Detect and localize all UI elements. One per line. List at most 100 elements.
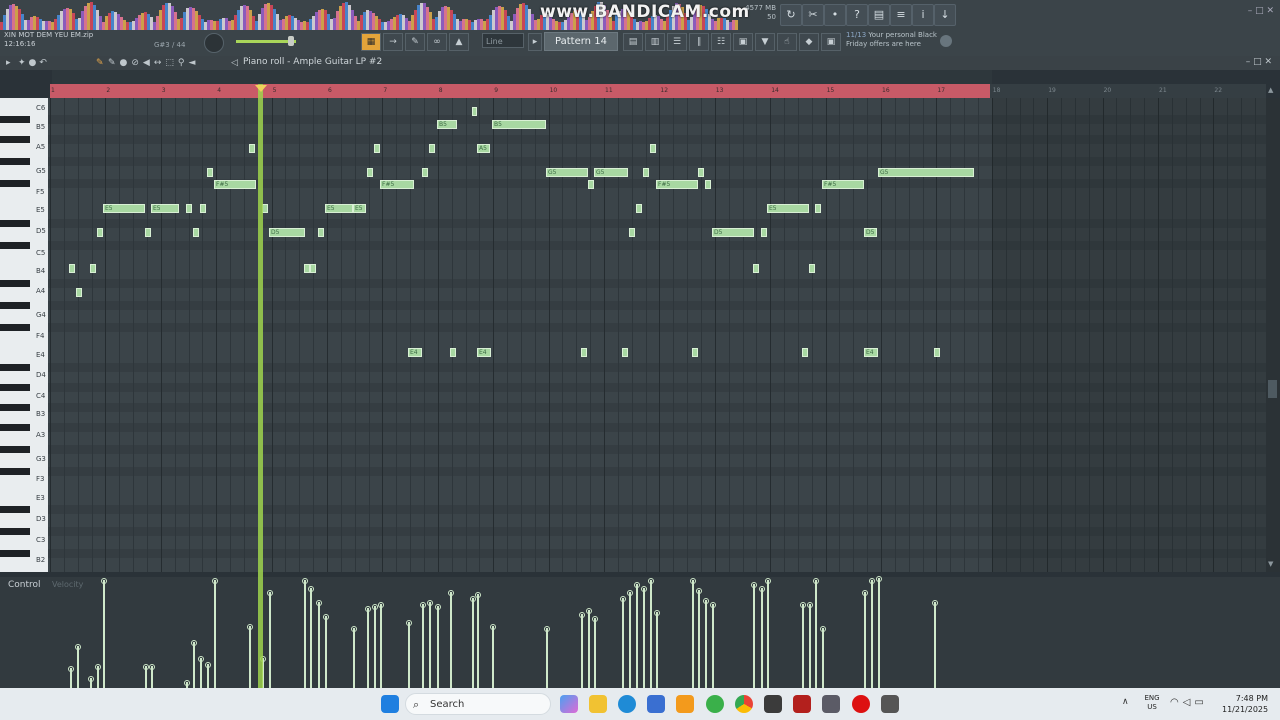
m-app-icon[interactable] [881, 695, 899, 713]
system-tray-icons[interactable]: ◠◁▭ [1170, 697, 1208, 708]
mixer-icon[interactable]: ≡ [890, 4, 912, 26]
velocity-handle[interactable] [592, 616, 598, 622]
velocity-stem[interactable] [588, 610, 590, 688]
note[interactable] [622, 348, 628, 357]
note[interactable] [636, 204, 642, 213]
velocity-handle[interactable] [800, 602, 806, 608]
pattern-prev-icon[interactable]: ▸ [528, 33, 542, 51]
velocity-handle[interactable] [88, 676, 94, 682]
note[interactable]: B5 [492, 120, 546, 129]
black-key[interactable] [0, 158, 30, 165]
piano-roll-menu-icon[interactable]: ▸ [6, 58, 11, 68]
velocity-stem[interactable] [249, 626, 251, 688]
note[interactable] [97, 228, 103, 237]
velocity-stem[interactable] [214, 580, 216, 688]
cut-tools-icon[interactable]: ✂ [802, 4, 824, 26]
velocity-stem[interactable] [429, 602, 431, 688]
black-key[interactable] [0, 280, 30, 287]
note[interactable]: D5 [269, 228, 305, 237]
master-volume-handle[interactable] [288, 36, 294, 46]
velocity-handle[interactable] [406, 620, 412, 626]
note[interactable]: F#5 [214, 180, 256, 189]
bird-icon[interactable]: ◆ [799, 33, 819, 51]
black-key[interactable] [0, 528, 30, 535]
help-icon[interactable]: ? [846, 4, 868, 26]
master-pitch-knob[interactable] [204, 33, 224, 53]
note[interactable]: E5 [103, 204, 145, 213]
velocity-handle[interactable] [427, 600, 433, 606]
velocity-handle[interactable] [323, 614, 329, 620]
velocity-handle[interactable] [579, 612, 585, 618]
velocity-stem[interactable] [934, 602, 936, 688]
note[interactable]: E5 [767, 204, 809, 213]
note[interactable]: E5 [353, 204, 366, 213]
velocity-stem[interactable] [594, 618, 596, 688]
window-controls[interactable]: – □ ✕ [1248, 6, 1274, 16]
velocity-handle[interactable] [191, 640, 197, 646]
velocity-handle[interactable] [759, 586, 765, 592]
velocity-stem[interactable] [802, 604, 804, 688]
velocity-handle[interactable] [765, 578, 771, 584]
note[interactable] [90, 264, 96, 273]
note[interactable]: G5 [594, 168, 628, 177]
velocity-stem[interactable] [310, 588, 312, 688]
note[interactable]: G5 [878, 168, 974, 177]
note[interactable] [145, 228, 151, 237]
velocity-handle[interactable] [544, 626, 550, 632]
metronome-icon[interactable]: ▲ [449, 33, 469, 51]
black-key[interactable] [0, 550, 30, 557]
note[interactable]: F#5 [656, 180, 698, 189]
velocity-handle[interactable] [820, 626, 826, 632]
velocity-stem[interactable] [705, 600, 707, 688]
velocity-handle[interactable] [586, 608, 592, 614]
timeline-ruler[interactable]: 1 2 3 4 5 6 7 8 9 10 11 12 13 14 15 16 17 18 19 20 21 22 [50, 84, 1266, 98]
velocity-handle[interactable] [267, 590, 273, 596]
velocity-lane[interactable] [48, 576, 1266, 688]
typing-keyboard-icon[interactable]: ▦ [361, 33, 381, 51]
black-key[interactable] [0, 220, 30, 227]
edit-tools-icons[interactable]: ✎●⊘◀↔⬚⚲◄ [108, 58, 199, 68]
taskbar-clock[interactable]: 7:48 PM 11/21/2025 [1222, 693, 1268, 715]
playhead[interactable] [258, 84, 263, 688]
velocity-stem[interactable] [408, 622, 410, 688]
velocity-handle[interactable] [247, 624, 253, 630]
note[interactable] [692, 348, 698, 357]
note[interactable] [629, 228, 635, 237]
black-key[interactable] [0, 468, 30, 475]
velocity-handle[interactable] [490, 624, 496, 630]
velocity-handle[interactable] [634, 582, 640, 588]
chevron-up-icon[interactable]: ∧ [1122, 697, 1129, 707]
velocity-handle[interactable] [690, 578, 696, 584]
velocity-stem[interactable] [437, 606, 439, 688]
velocity-stem[interactable] [492, 626, 494, 688]
note[interactable]: D5 [712, 228, 754, 237]
microphone-icon[interactable]: • [824, 4, 846, 26]
note[interactable]: E5 [325, 204, 353, 213]
edge-icon[interactable] [618, 695, 636, 713]
velocity-stem[interactable] [753, 584, 755, 688]
velocity-stem[interactable] [472, 598, 474, 688]
note[interactable] [249, 144, 255, 153]
note[interactable]: E4 [408, 348, 422, 357]
magnet-snap-icon[interactable]: ✦●↶ [18, 58, 50, 68]
black-key[interactable] [0, 302, 30, 309]
velocity-handle[interactable] [876, 576, 882, 582]
note[interactable] [310, 264, 316, 273]
velocity-handle[interactable] [149, 664, 155, 670]
vertical-scrollbar[interactable] [1266, 98, 1280, 572]
velocity-stem[interactable] [77, 646, 79, 688]
note[interactable]: E5 [151, 204, 179, 213]
velocity-stem[interactable] [269, 592, 271, 688]
velocity-stem[interactable] [622, 598, 624, 688]
media-app-icon[interactable] [793, 695, 811, 713]
velocity-stem[interactable] [878, 578, 880, 688]
master-volume-slider[interactable] [236, 40, 296, 43]
note[interactable] [472, 107, 477, 116]
record-icon[interactable] [852, 695, 870, 713]
velocity-stem[interactable] [374, 606, 376, 688]
piano-roll-window-controls[interactable]: – □ ✕ [1246, 57, 1272, 67]
snap-select[interactable]: Line [482, 33, 524, 48]
note[interactable] [318, 228, 324, 237]
velocity-handle[interactable] [420, 602, 426, 608]
velocity-stem[interactable] [304, 580, 306, 688]
